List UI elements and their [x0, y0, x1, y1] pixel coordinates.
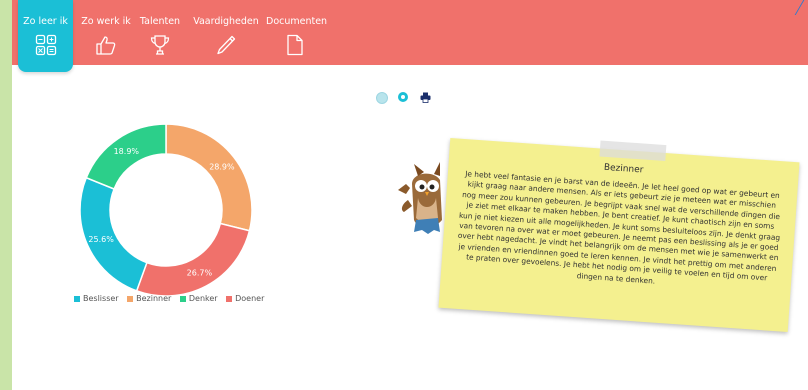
circle-dark-icon[interactable] — [398, 92, 408, 102]
chart-legend: Beslisser Bezinner Denker Doener — [74, 294, 270, 303]
note-card: Bezinner Je hebt veel fantasie en je bar… — [438, 137, 800, 333]
trophy-icon — [150, 35, 170, 55]
legend-swatch — [74, 295, 80, 302]
legend-swatch — [127, 295, 134, 302]
top-navigation: Zo leer ik Zo werk ik Talenten Vaardighe… — [12, 0, 808, 72]
donut-chart: 28.9% 26.7% 25.6% 18.9% — [79, 123, 253, 297]
note-text: Je hebt veel fantasie en je barst van de… — [457, 169, 781, 286]
tab-label: Documenten — [266, 16, 328, 27]
tab-talenten[interactable]: Talenten — [138, 0, 182, 65]
legend-swatch — [226, 295, 233, 302]
tab-label: Zo leer ik — [23, 16, 68, 27]
donut-slice-denker[interactable] — [85, 123, 167, 190]
page: Zo leer ik Zo werk ik Talenten Vaardighe… — [12, 0, 808, 390]
sticky-note: Bezinner Je hebt veel fantasie en je bar… — [438, 137, 800, 333]
legend-label: Beslisser — [83, 294, 119, 303]
circle-light-icon[interactable] — [376, 92, 388, 104]
tab-label: Talenten — [139, 16, 181, 27]
legend-label: Denker — [188, 294, 218, 303]
slice-label-bezinner: 28.9% — [209, 162, 235, 171]
slice-label-denker: 18.9% — [114, 147, 140, 156]
document-icon — [287, 34, 303, 56]
tab-vaardigheden[interactable]: Vaardigheden — [192, 0, 260, 65]
print-icon[interactable] — [420, 92, 431, 103]
donut-slice-bezinner[interactable] — [165, 123, 253, 232]
legend-item-denker[interactable]: Denker — [179, 294, 218, 303]
slice-label-beslisser: 25.6% — [88, 235, 114, 244]
legend-label: Bezinner — [136, 294, 172, 303]
legend-label: Doener — [235, 294, 265, 303]
decorative-line — [793, 0, 805, 15]
legend-swatch — [179, 295, 186, 302]
tab-documenten[interactable]: Documenten — [266, 0, 328, 65]
tab-zo-leer-ik[interactable]: Zo leer ik — [18, 0, 73, 72]
tape — [599, 140, 667, 162]
pencil-icon — [217, 35, 236, 55]
slice-label-doener: 26.7% — [187, 269, 213, 278]
tab-label: Zo werk ik — [81, 16, 131, 27]
legend-item-doener[interactable]: Doener — [226, 294, 264, 303]
grid-icon — [35, 34, 56, 56]
donut-slice-doener[interactable] — [135, 222, 251, 297]
thumbs-up-icon — [96, 36, 116, 55]
tab-label: Vaardigheden — [193, 16, 259, 27]
legend-item-bezinner[interactable]: Bezinner — [127, 294, 171, 303]
tab-zo-werk-ik[interactable]: Zo werk ik — [78, 0, 134, 65]
legend-item-beslisser[interactable]: Beslisser — [74, 294, 119, 303]
